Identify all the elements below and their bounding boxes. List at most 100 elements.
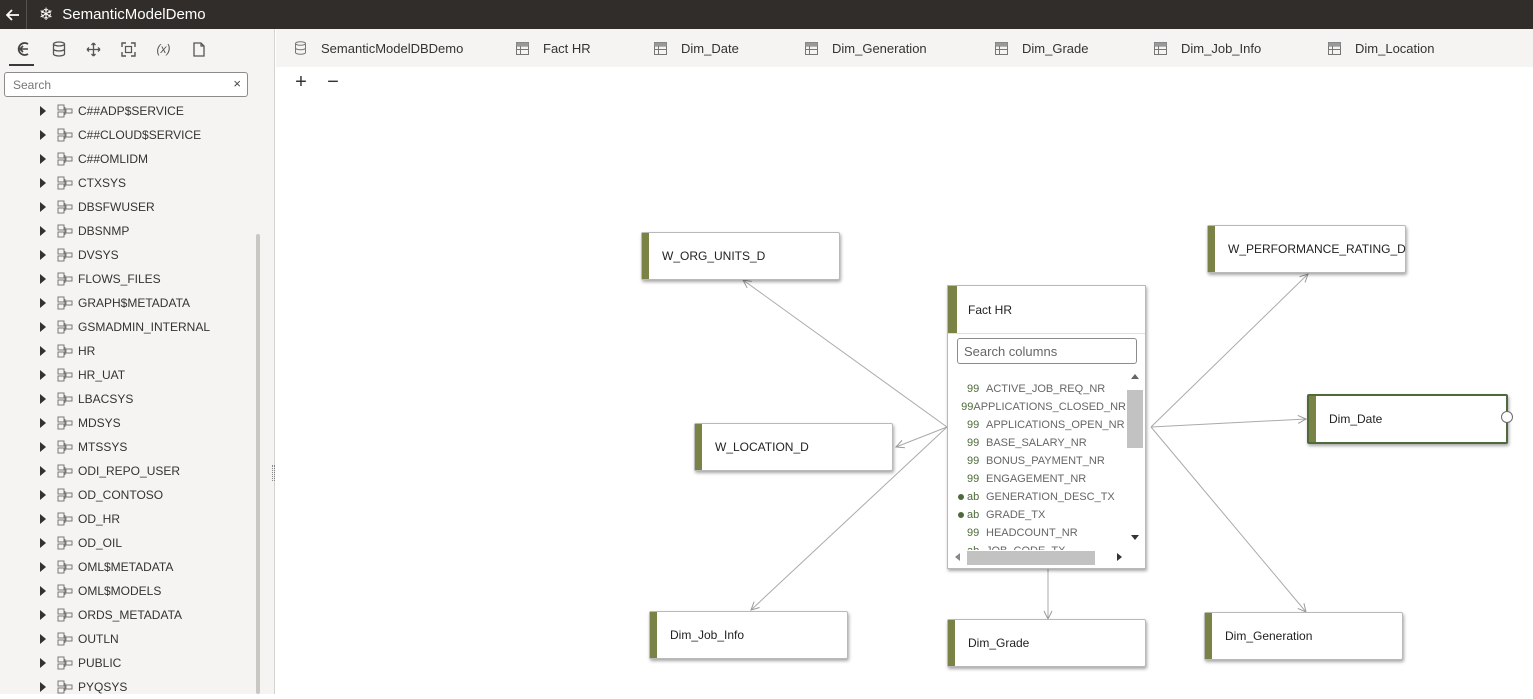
scroll-right-icon[interactable]	[1117, 553, 1122, 561]
back-arrow-icon[interactable]	[6, 34, 41, 66]
column-search-input[interactable]	[958, 339, 1134, 363]
tree-item[interactable]: DBSNMP	[0, 219, 255, 243]
expand-caret-icon[interactable]	[40, 586, 46, 596]
expand-caret-icon[interactable]	[40, 154, 46, 164]
schema-icon	[57, 176, 73, 190]
tab-dim-generation[interactable]: Dim_Generation	[805, 29, 995, 67]
column-item[interactable]: 99 BASE_SALARY_NR	[948, 434, 1126, 452]
tab-fact-hr[interactable]: Fact HR	[516, 29, 654, 67]
tab-semanticmodeldbdemo[interactable]: SemanticModelDBDemo	[276, 29, 516, 67]
database-icon[interactable]	[41, 34, 76, 64]
scroll-left-icon[interactable]	[955, 553, 960, 561]
node-fact-hr[interactable]: Fact HR 99ACTIVE_JOB_REQ_NR99APPLICATION…	[947, 285, 1146, 569]
tree-item[interactable]: OML$METADATA	[0, 555, 255, 579]
node-dim-job-info[interactable]: Dim_Job_Info	[649, 611, 848, 659]
tab-dim-location[interactable]: Dim_Location	[1328, 29, 1501, 67]
column-vertical-scrollbar[interactable]	[1127, 372, 1143, 542]
tree-item[interactable]: LBACSYS	[0, 387, 255, 411]
expand-caret-icon[interactable]	[40, 538, 46, 548]
expand-caret-icon[interactable]	[40, 202, 46, 212]
tree-item[interactable]: PUBLIC	[0, 651, 255, 675]
tree-item[interactable]: OUTLN	[0, 627, 255, 651]
expand-caret-icon[interactable]	[40, 322, 46, 332]
tree-item[interactable]: DVSYS	[0, 243, 255, 267]
tab-dim-grade[interactable]: Dim_Grade	[995, 29, 1154, 67]
expand-caret-icon[interactable]	[40, 106, 46, 116]
expand-caret-icon[interactable]	[40, 466, 46, 476]
scroll-up-icon[interactable]	[1131, 374, 1139, 379]
variable-icon[interactable]: (x)	[146, 34, 181, 64]
expand-caret-icon[interactable]	[40, 682, 46, 692]
expand-caret-icon[interactable]	[40, 250, 46, 260]
column-item[interactable]: ab GRADE_TX	[948, 506, 1126, 524]
column-horizontal-scrollbar[interactable]	[951, 549, 1126, 565]
scroll-thumb[interactable]	[967, 551, 1095, 565]
tree-item[interactable]: DBSFWUSER	[0, 195, 255, 219]
expand-caret-icon[interactable]	[40, 370, 46, 380]
node-dim-grade[interactable]: Dim_Grade	[947, 619, 1146, 667]
schema-search-input[interactable]	[5, 73, 225, 96]
node-dim-generation[interactable]: Dim_Generation	[1204, 612, 1403, 660]
panel-splitter-handle[interactable]	[272, 465, 275, 481]
tab-dim-date[interactable]: Dim_Date	[654, 29, 805, 67]
expand-caret-icon[interactable]	[40, 418, 46, 428]
expand-caret-icon[interactable]	[40, 178, 46, 188]
column-item[interactable]: 99 ENGAGEMENT_NR	[948, 470, 1126, 488]
column-item[interactable]: 99 BONUS_PAYMENT_NR	[948, 452, 1126, 470]
scroll-down-icon[interactable]	[1131, 535, 1139, 540]
document-icon[interactable]	[181, 34, 216, 64]
tree-scrollbar[interactable]	[256, 234, 260, 694]
column-item[interactable]: 99 ACTIVE_JOB_REQ_NR	[948, 380, 1126, 398]
tree-item[interactable]: OD_OIL	[0, 531, 255, 555]
tree-item[interactable]: MDSYS	[0, 411, 255, 435]
expand-caret-icon[interactable]	[40, 562, 46, 572]
node-w-performance-rating-d[interactable]: W_PERFORMANCE_RATING_D	[1207, 225, 1406, 273]
expand-caret-icon[interactable]	[40, 490, 46, 500]
column-item[interactable]: 99 APPLICATIONS_CLOSED_NR	[948, 398, 1126, 416]
tree-item[interactable]: OD_HR	[0, 507, 255, 531]
expand-caret-icon[interactable]	[40, 394, 46, 404]
tree-item[interactable]: GRAPH$METADATA	[0, 291, 255, 315]
fit-screen-icon[interactable]	[111, 34, 146, 64]
tab-dim-job-info[interactable]: Dim_Job_Info	[1154, 29, 1328, 67]
connection-port-handle[interactable]	[1501, 411, 1513, 423]
node-w-location-d[interactable]: W_LOCATION_D	[694, 423, 893, 471]
expand-caret-icon[interactable]	[40, 130, 46, 140]
tree-item[interactable]: OD_CONTOSO	[0, 483, 255, 507]
back-arrow-icon[interactable]	[0, 0, 26, 29]
expand-caret-icon[interactable]	[40, 346, 46, 356]
tree-item[interactable]: CTXSYS	[0, 171, 255, 195]
tree-item-label: HR_UAT	[78, 368, 126, 382]
tree-item[interactable]: FLOWS_FILES	[0, 267, 255, 291]
column-item[interactable]: ab GENERATION_DESC_TX	[948, 488, 1126, 506]
expand-caret-icon[interactable]	[40, 298, 46, 308]
expand-caret-icon[interactable]	[40, 610, 46, 620]
tree-item[interactable]: MTSSYS	[0, 435, 255, 459]
tree-item[interactable]: C##ADP$SERVICE	[0, 99, 255, 123]
node-w-org-units-d[interactable]: W_ORG_UNITS_D	[641, 232, 840, 280]
tree-item[interactable]: C##CLOUD$SERVICE	[0, 123, 255, 147]
tree-item[interactable]: HR	[0, 339, 255, 363]
tree-item[interactable]: ORDS_METADATA	[0, 603, 255, 627]
tree-item[interactable]: ODI_REPO_USER	[0, 459, 255, 483]
tree-item[interactable]: OML$MODELS	[0, 579, 255, 603]
column-item[interactable]: 99 HEADCOUNT_NR	[948, 524, 1126, 542]
move-icon[interactable]	[76, 34, 111, 64]
expand-caret-icon[interactable]	[40, 514, 46, 524]
clear-search-icon[interactable]: ×	[233, 76, 241, 91]
expand-caret-icon[interactable]	[40, 442, 46, 452]
tree-item[interactable]: HR_UAT	[0, 363, 255, 387]
scroll-thumb[interactable]	[1127, 390, 1143, 448]
expand-caret-icon[interactable]	[40, 658, 46, 668]
node-dim-date[interactable]: Dim_Date	[1307, 394, 1513, 444]
tree-item[interactable]: GSMADMIN_INTERNAL	[0, 315, 255, 339]
expand-caret-icon[interactable]	[40, 226, 46, 236]
left-toolbar: (x)	[0, 29, 274, 69]
tree-item[interactable]: C##OMLIDM	[0, 147, 255, 171]
node-accent-bar	[650, 612, 657, 658]
expand-caret-icon[interactable]	[40, 634, 46, 644]
column-item[interactable]: 99 APPLICATIONS_OPEN_NR	[948, 416, 1126, 434]
diagram-canvas[interactable]: + − W_ORG_UNITS_D W_PERFORMANCE_RATING_D…	[276, 67, 1533, 694]
expand-caret-icon[interactable]	[40, 274, 46, 284]
tree-item[interactable]: PYQSYS	[0, 675, 255, 699]
